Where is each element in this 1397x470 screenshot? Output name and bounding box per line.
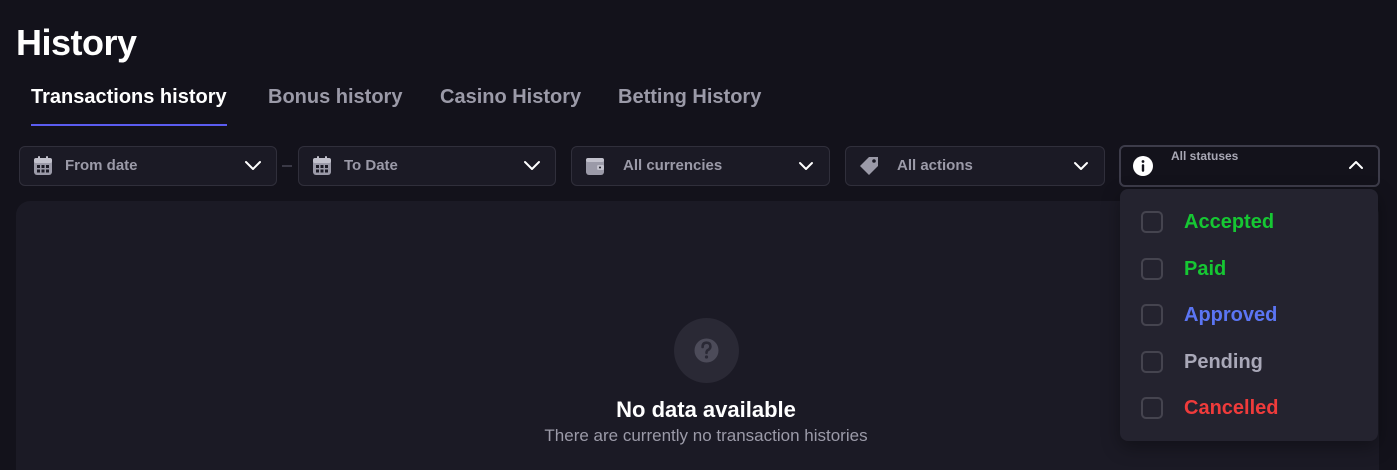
status-label: All statuses	[1171, 149, 1239, 163]
status-checkbox[interactable]	[1141, 258, 1163, 280]
status-checkbox[interactable]	[1141, 351, 1163, 373]
status-dropdown-menu: Accepted Paid Approved Pending Cancelled	[1120, 189, 1378, 441]
tab-casino-history[interactable]: Casino History	[440, 76, 581, 126]
history-page: History Transactions history Bonus histo…	[0, 0, 1397, 470]
to-date-label: To Date	[344, 157, 398, 174]
calendar-icon	[34, 156, 52, 175]
tab-betting-history[interactable]: Betting History	[618, 76, 761, 126]
status-checkbox[interactable]	[1141, 211, 1163, 233]
chevron-down-icon	[245, 161, 261, 170]
status-option-label: Cancelled	[1184, 397, 1279, 419]
tag-icon	[860, 157, 878, 175]
chevron-down-icon	[524, 161, 540, 170]
status-option-paid[interactable]: Paid	[1120, 249, 1378, 289]
from-date-label: From date	[65, 157, 138, 174]
tab-bonus-history[interactable]: Bonus history	[268, 76, 402, 126]
status-checkbox[interactable]	[1141, 304, 1163, 326]
status-option-cancelled[interactable]: Cancelled	[1120, 388, 1378, 428]
status-option-label: Paid	[1184, 258, 1227, 280]
actions-filter[interactable]: All actions	[845, 146, 1105, 186]
actions-label: All actions	[897, 157, 973, 174]
status-option-label: Pending	[1184, 351, 1263, 373]
chevron-up-icon	[1349, 161, 1363, 169]
status-option-accepted[interactable]: Accepted	[1120, 202, 1378, 242]
calendar-icon	[313, 156, 331, 175]
status-option-pending[interactable]: Pending	[1120, 342, 1378, 382]
info-icon	[1133, 156, 1153, 176]
chevron-down-icon	[1074, 162, 1088, 170]
from-date-filter[interactable]: From date	[19, 146, 277, 186]
empty-state-icon-circle	[674, 318, 739, 383]
status-filter[interactable]: All statuses	[1119, 145, 1380, 187]
status-option-label: Approved	[1184, 304, 1278, 326]
history-tabs: Transactions history Bonus history Casin…	[16, 76, 816, 126]
status-option-label: Accepted	[1184, 211, 1275, 233]
chevron-down-icon	[799, 162, 813, 170]
to-date-filter[interactable]: To Date	[298, 146, 556, 186]
date-range-separator	[282, 165, 292, 167]
question-icon	[694, 338, 719, 363]
wallet-icon	[586, 158, 604, 175]
status-checkbox[interactable]	[1141, 397, 1163, 419]
currency-filter[interactable]: All currencies	[571, 146, 830, 186]
page-title: History	[16, 22, 137, 63]
status-option-approved[interactable]: Approved	[1120, 295, 1378, 335]
tab-transactions-history[interactable]: Transactions history	[31, 76, 227, 126]
currency-label: All currencies	[623, 157, 723, 174]
